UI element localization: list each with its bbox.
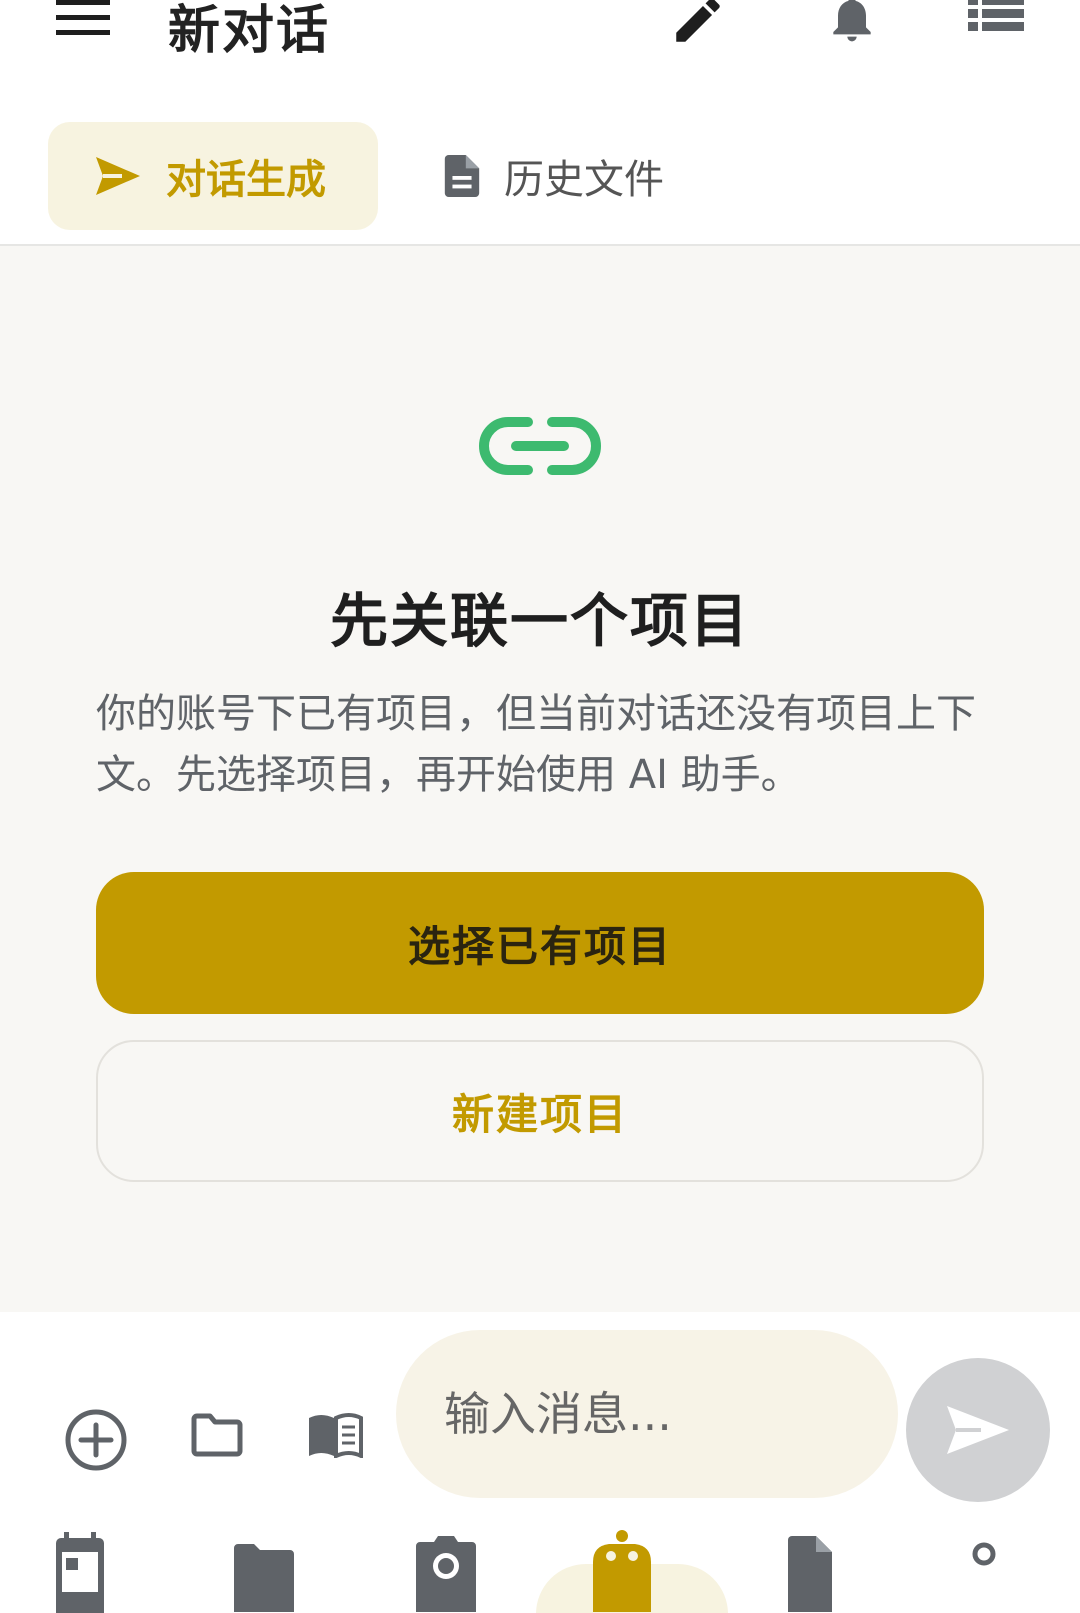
document-icon	[788, 1536, 832, 1612]
edit-button[interactable]	[660, 0, 736, 54]
folder-icon	[234, 1544, 294, 1612]
send-button[interactable]	[906, 1358, 1050, 1502]
edit-icon	[676, 0, 720, 42]
person-icon	[972, 1542, 996, 1566]
robot-icon	[593, 1530, 651, 1612]
menu-icon	[56, 0, 110, 35]
calendar-icon	[56, 1532, 104, 1613]
tab-label: 对话生成	[166, 157, 326, 203]
add-attachment-button[interactable]	[60, 1404, 132, 1476]
document-icon	[444, 155, 480, 197]
add-circle-icon	[65, 1409, 127, 1471]
book-icon	[309, 1413, 363, 1458]
empty-state-heading: 先关联一个项目	[329, 587, 750, 655]
tab-label: 历史文件	[504, 157, 664, 203]
empty-state-panel: 先关联一个项目 你的账号下已有项目，但当前对话还没有项目上下文。先选择项目，再开…	[0, 246, 1080, 1312]
send-icon	[947, 1406, 1009, 1454]
select-existing-project-button[interactable]: 选择已有项目	[96, 872, 984, 1014]
page-title: 新对话	[168, 1, 331, 61]
list-view-button[interactable]	[958, 0, 1034, 50]
tab-history-files[interactable]: 历史文件	[430, 122, 730, 230]
send-icon	[96, 157, 140, 195]
top-app-bar: 新对话	[0, 0, 1080, 108]
nav-item-assistant[interactable]	[582, 1512, 662, 1613]
nav-item-profile[interactable]	[944, 1512, 1024, 1613]
folder-button[interactable]	[186, 1404, 248, 1466]
message-composer	[0, 1312, 1080, 1512]
tab-bar: 对话生成 历史文件	[0, 108, 1080, 246]
empty-state-description: 你的账号下已有项目，但当前对话还没有项目上下文。先选择项目，再开始使用 AI 助…	[96, 691, 976, 798]
bell-icon	[833, 0, 871, 42]
nav-item-documents[interactable]	[770, 1512, 850, 1613]
camera-icon	[416, 1536, 476, 1612]
nav-item-files[interactable]	[224, 1512, 304, 1613]
message-input[interactable]	[396, 1330, 898, 1498]
folder-icon	[191, 1413, 243, 1457]
create-project-button[interactable]: 新建项目	[96, 1040, 984, 1182]
knowledge-base-button[interactable]	[304, 1404, 366, 1466]
tab-chat-generation[interactable]: 对话生成	[48, 122, 378, 230]
nav-item-camera[interactable]	[406, 1512, 486, 1613]
bottom-navigation	[0, 1512, 1080, 1613]
nav-item-calendar[interactable]	[40, 1512, 120, 1613]
menu-button[interactable]	[44, 0, 124, 50]
notifications-button[interactable]	[816, 0, 888, 50]
link-icon	[479, 417, 601, 475]
app-root: 新对话 对话生成 历史文件 先关联一个项目 你的账号下已有项目，但当前对话还没有…	[0, 0, 1080, 1613]
list-icon	[968, 0, 1024, 31]
